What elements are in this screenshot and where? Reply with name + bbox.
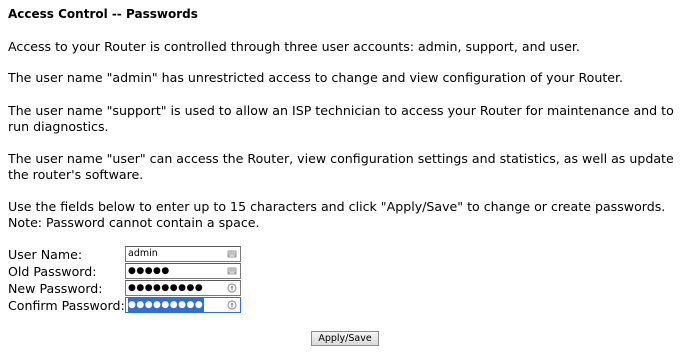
old-password-value: ●●●●●	[128, 266, 170, 276]
password-note: Note: Password cannot contain a space.	[8, 215, 260, 230]
new-password-input[interactable]: ●●●●●●●●●	[125, 280, 241, 296]
new-password-label: New Password:	[8, 281, 103, 296]
old-password-label: Old Password:	[8, 264, 97, 279]
user-description: The user name "user" can access the Rout…	[8, 151, 674, 182]
instructions-line: Use the fields below to enter up to 15 c…	[8, 199, 666, 214]
page-title: Access Control -- Passwords	[8, 7, 198, 21]
confirm-password-label: Confirm Password:	[8, 298, 125, 313]
keyboard-icon[interactable]	[227, 266, 237, 276]
intro-paragraph: Access to your Router is controlled thro…	[8, 39, 580, 54]
instructions-paragraph: Use the fields below to enter up to 15 c…	[8, 199, 684, 231]
admin-description: The user name "admin" has unrestricted a…	[8, 70, 624, 85]
apply-save-button[interactable]: Apply/Save	[311, 331, 379, 346]
support-description: The user name "support" is used to allow…	[8, 103, 674, 134]
confirm-password-input[interactable]: ●●●●●●●●●	[125, 297, 241, 313]
apply-button-container: Apply/Save	[311, 331, 379, 346]
keyboard-icon[interactable]	[227, 249, 237, 259]
key-icon[interactable]	[227, 283, 237, 293]
username-value: admin	[128, 248, 158, 259]
username-input[interactable]: admin	[125, 246, 241, 262]
new-password-value: ●●●●●●●●●	[128, 283, 204, 293]
old-password-input[interactable]: ●●●●●	[125, 263, 241, 279]
confirm-password-value: ●●●●●●●●●	[128, 298, 205, 312]
key-icon[interactable]	[227, 300, 237, 310]
username-label: User Name:	[8, 247, 83, 262]
